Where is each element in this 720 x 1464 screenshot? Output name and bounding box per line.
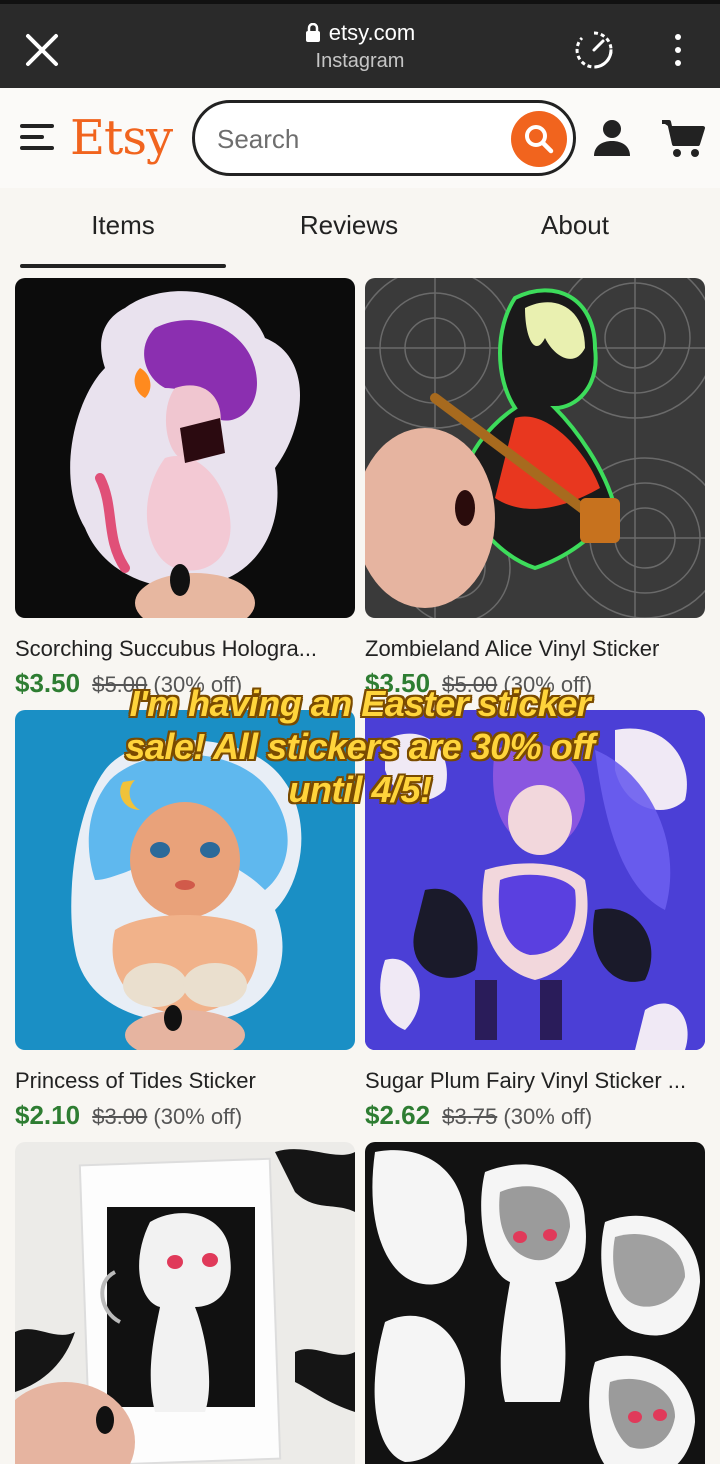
sticker-image (365, 278, 705, 618)
etsy-logo[interactable]: Etsy (70, 110, 173, 166)
tab-about[interactable]: About (472, 210, 678, 250)
search-bar (192, 100, 576, 176)
listing-card[interactable] (15, 1142, 355, 1464)
tab-items[interactable]: Items (20, 210, 226, 250)
screen: etsy.com Instagram Etsy Items (0, 0, 720, 1464)
speed-button[interactable] (572, 28, 616, 72)
speedometer-icon (575, 31, 613, 69)
cart-button[interactable] (660, 116, 706, 160)
menu-button[interactable] (20, 122, 54, 152)
etsy-header: Etsy (0, 88, 720, 188)
browser-top-bar: etsy.com Instagram (0, 0, 720, 88)
listing-card[interactable] (365, 1142, 705, 1464)
discount-label: (30% off) (503, 1104, 593, 1129)
caption-line: until 4/5! (288, 769, 432, 810)
original-price: $3.00 (92, 1104, 148, 1129)
listing-title[interactable]: Princess of Tides Sticker (15, 1068, 355, 1094)
sticker-image (70, 291, 300, 618)
search-input[interactable] (217, 119, 497, 159)
active-tab-indicator (20, 264, 226, 268)
lock-icon (305, 23, 320, 42)
shop-tabs: Items Reviews About (0, 188, 720, 270)
tab-reviews[interactable]: Reviews (246, 210, 452, 250)
discount-label: (30% off) (153, 1104, 243, 1129)
more-options-button[interactable] (660, 30, 696, 70)
overlay-caption: I'm having an Easter sticker sale! All s… (60, 682, 660, 811)
caption-line: sale! All stickers are 30% off (125, 726, 595, 767)
sticker-image (372, 1150, 700, 1464)
original-price: $3.75 (442, 1104, 498, 1129)
url-domain: etsy.com (328, 20, 416, 45)
listing-card[interactable]: Zombieland Alice Vinyl Sticker $3.50 $5.… (365, 278, 705, 699)
listing-card[interactable]: Scorching Succubus Hologra... $3.50 $5.0… (15, 278, 355, 699)
caption-line: I'm having an Easter sticker (129, 683, 591, 724)
account-button[interactable] (590, 116, 634, 160)
listing-title[interactable]: Scorching Succubus Hologra... (15, 636, 355, 662)
more-icon (675, 34, 681, 40)
sticker-image (15, 1149, 355, 1464)
listing-price: $2.62 $3.75 (30% off) (365, 1100, 705, 1131)
listing-image[interactable] (15, 1142, 355, 1464)
listing-title[interactable]: Zombieland Alice Vinyl Sticker (365, 636, 705, 662)
sale-price: $2.10 (15, 1100, 81, 1130)
cart-icon (662, 120, 705, 157)
listing-price: $2.10 $3.00 (30% off) (15, 1100, 355, 1131)
listing-image[interactable] (365, 278, 705, 618)
listing-title[interactable]: Sugar Plum Fairy Vinyl Sticker ... (365, 1068, 705, 1094)
person-icon (594, 120, 630, 156)
listing-image[interactable] (15, 278, 355, 618)
search-icon (525, 125, 554, 154)
search-button[interactable] (511, 111, 567, 167)
listing-image[interactable] (365, 1142, 705, 1464)
sale-price: $2.62 (365, 1100, 431, 1130)
